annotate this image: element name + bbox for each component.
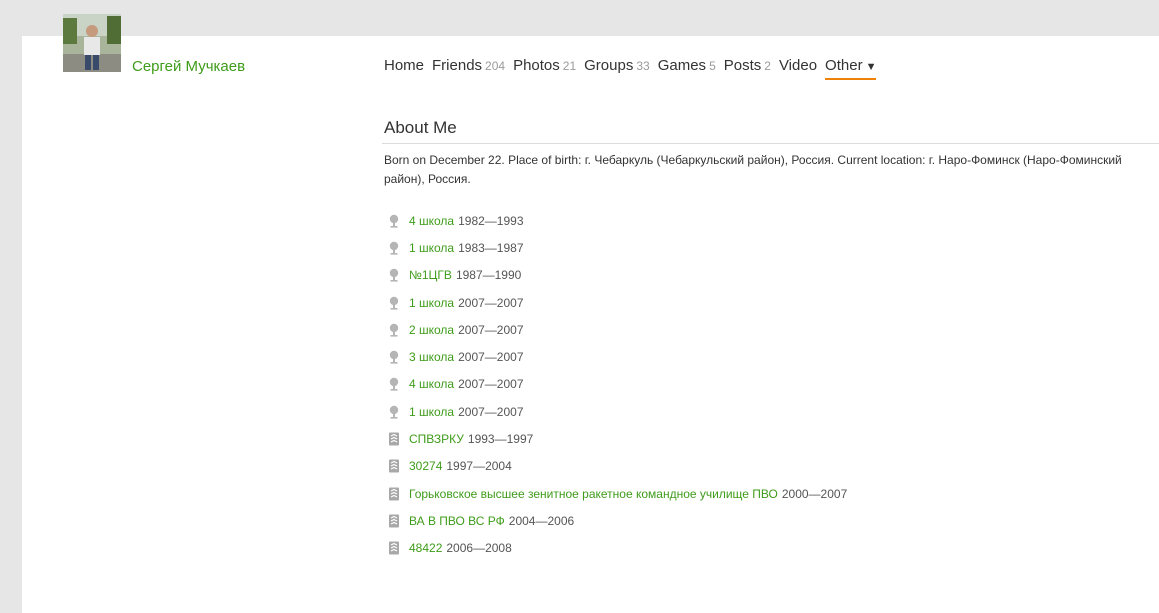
education-item: 3 школа 2007—2007 (388, 343, 847, 370)
school-icon (388, 323, 400, 337)
military-icon (388, 541, 400, 555)
military-icon (388, 487, 400, 501)
education-item: 48422 2006—2008 (388, 535, 847, 562)
nav-home-label: Home (384, 57, 425, 74)
education-years: 2004—2006 (508, 513, 575, 528)
education-years: 1983—1987 (458, 240, 524, 255)
education-item: 1 школа 2007—2007 (388, 398, 847, 425)
education-years: 2007—2007 (458, 404, 524, 419)
nav-posts-count: 2 (764, 59, 771, 73)
profile-name-link[interactable]: Сергей Мучкаев (132, 58, 245, 75)
education-years: 1997—2004 (446, 459, 512, 474)
education-years: 2006—2008 (446, 541, 512, 556)
dropdown-arrow-icon: ▼ (865, 61, 877, 73)
education-years: 1982—1993 (458, 213, 524, 228)
education-name-link[interactable]: СПВЗРКУ (409, 432, 464, 446)
about-divider (382, 143, 1159, 144)
nav-video[interactable]: Video (779, 57, 817, 74)
school-icon (388, 405, 400, 419)
education-item: 2 школа 2007—2007 (388, 316, 847, 343)
about-me-heading: About Me (384, 118, 457, 137)
education-name-link[interactable]: 1 школа (409, 405, 454, 419)
education-item: ВА В ПВО ВС РФ 2004—2006 (388, 507, 847, 534)
nav-other-label: Other (825, 57, 863, 74)
education-name-link[interactable]: 2 школа (409, 323, 454, 337)
education-name-link[interactable]: Горьковское высшее зенитное ракетное ком… (409, 487, 778, 501)
education-years: 2007—2007 (458, 350, 524, 365)
education-years: 2007—2007 (458, 295, 524, 310)
education-item: 1 школа 1983—1987 (388, 234, 847, 261)
school-icon (388, 350, 400, 364)
education-item: 30274 1997—2004 (388, 453, 847, 480)
education-name-link[interactable]: 1 школа (409, 241, 454, 255)
education-years: 1993—1997 (467, 432, 534, 447)
school-icon (388, 241, 400, 255)
nav-games-count: 5 (709, 59, 716, 73)
nav-friends-label: Friends (432, 57, 483, 74)
education-item: 4 школа 2007—2007 (388, 371, 847, 398)
education-years: 2007—2007 (458, 322, 524, 337)
nav-posts-label: Posts (723, 57, 762, 74)
school-icon (388, 296, 400, 310)
education-item: 4 школа 1982—1993 (388, 207, 847, 234)
education-name-link[interactable]: 30274 (409, 459, 442, 473)
nav-home[interactable]: Home (384, 57, 424, 74)
military-icon (388, 432, 400, 446)
nav-games-label: Games (657, 57, 707, 74)
school-icon (388, 214, 400, 228)
nav-other-dropdown[interactable]: Other ▼ (825, 57, 877, 80)
nav-posts[interactable]: Posts 2 (724, 57, 771, 74)
education-name-link[interactable]: 4 школа (409, 377, 454, 391)
education-list: 4 школа 1982—1993 1 школа 1983—1987 №1ЦГВ 198… (388, 207, 847, 562)
education-name-link[interactable]: ВА В ПВО ВС РФ (409, 514, 505, 528)
nav-friends-count: 204 (485, 59, 506, 73)
nav-video-label: Video (778, 57, 818, 74)
education-name-link[interactable]: 1 школа (409, 296, 454, 310)
nav-photos-label: Photos (513, 57, 560, 74)
nav-photos[interactable]: Photos 21 (513, 57, 576, 74)
school-icon (388, 268, 400, 282)
profile-nav: Home Friends 204 Photos 21 Groups 33 Games 5… (384, 57, 884, 80)
education-years: 2000—2007 (781, 486, 848, 501)
education-name-link[interactable]: 3 школа (409, 350, 454, 364)
education-name-link[interactable]: №1ЦГВ (409, 268, 452, 282)
nav-groups-count: 33 (636, 59, 650, 73)
education-item: 1 школа 2007—2007 (388, 289, 847, 316)
military-icon (388, 459, 400, 473)
education-name-link[interactable]: 48422 (409, 541, 442, 555)
education-item: СПВЗРКУ 1993—1997 (388, 425, 847, 452)
education-name-link[interactable]: 4 школа (409, 214, 454, 228)
school-icon (388, 377, 400, 392)
education-item: №1ЦГВ 1987—1990 (388, 262, 847, 289)
nav-groups[interactable]: Groups 33 (584, 57, 650, 74)
avatar[interactable] (63, 14, 121, 72)
education-years: 2007—2007 (458, 377, 524, 392)
nav-friends[interactable]: Friends 204 (432, 57, 505, 74)
nav-photos-count: 21 (562, 59, 577, 73)
nav-games[interactable]: Games 5 (658, 57, 716, 74)
nav-groups-label: Groups (584, 57, 634, 74)
military-icon (388, 514, 400, 528)
education-years: 1987—1990 (455, 268, 522, 283)
bio-text: Born on December 22. Place of birth: г. … (384, 153, 1122, 186)
education-item: Горьковское высшее зенитное ракетное ком… (388, 480, 847, 507)
